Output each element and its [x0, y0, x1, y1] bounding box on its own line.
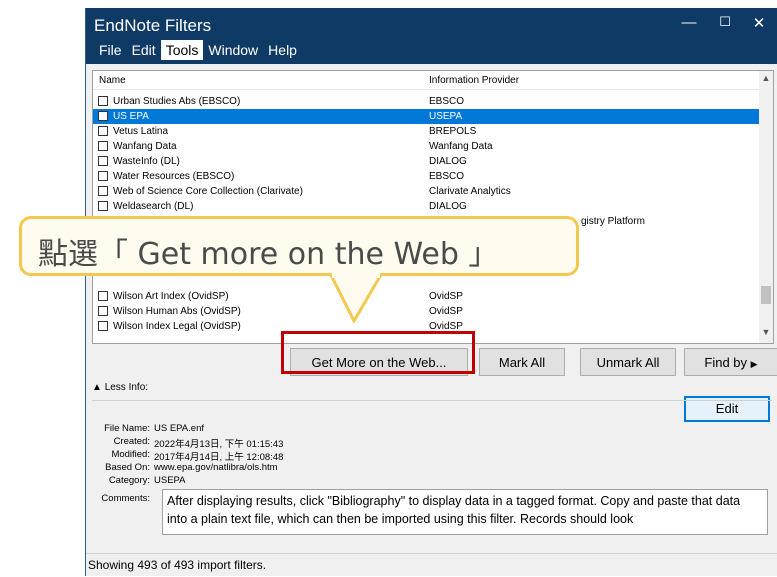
mark-all-button[interactable]: Mark All: [479, 348, 565, 376]
minimize-button[interactable]: —: [674, 14, 704, 31]
list-item[interactable]: Water Resources (EBSCO) EBSCO: [93, 169, 759, 184]
checkbox[interactable]: [98, 171, 108, 181]
menu-tools[interactable]: Tools: [160, 40, 204, 60]
less-info-toggle[interactable]: ▲ Less Info:: [92, 382, 148, 393]
list-item[interactable]: Wilson Human Abs (OvidSP) OvidSP: [93, 304, 759, 319]
filter-name: Weldasearch (DL): [113, 201, 194, 212]
checkbox[interactable]: [98, 201, 108, 211]
vertical-scrollbar[interactable]: ▲ ▼: [759, 71, 773, 343]
checkbox[interactable]: [98, 126, 108, 136]
callout-pointer: [328, 273, 384, 323]
filter-name: Wilson Art Index (OvidSP): [113, 291, 229, 302]
checkbox[interactable]: [98, 141, 108, 151]
menu-edit[interactable]: Edit: [127, 40, 161, 60]
filter-provider: USEPA: [429, 111, 463, 122]
title-bar: EndNote Filters — ☐ ✕ File Edit Tools Wi…: [86, 8, 777, 64]
filter-provider: DIALOG: [429, 156, 467, 167]
unmark-all-button[interactable]: Unmark All: [580, 348, 676, 376]
filter-name: Water Resources (EBSCO): [113, 171, 235, 182]
checkbox[interactable]: [98, 306, 108, 316]
triangle-up-icon: ▲: [92, 382, 102, 393]
callout-text: 點選「 Get more on the Web 」: [38, 237, 499, 272]
menu-help[interactable]: Help: [263, 40, 302, 60]
checkbox[interactable]: [98, 291, 108, 301]
maximize-button[interactable]: ☐: [710, 14, 740, 30]
list-item[interactable]: Web of Science Core Collection (Clarivat…: [93, 184, 759, 199]
status-bar: Showing 493 of 493 import filters.: [86, 553, 777, 577]
list-item[interactable]: Weldasearch (DL) DIALOG: [93, 199, 759, 214]
menu-window[interactable]: Window: [203, 40, 263, 60]
scroll-thumb[interactable]: [761, 286, 771, 304]
highlight-box: [281, 331, 475, 374]
checkbox[interactable]: [98, 186, 108, 196]
find-by-button[interactable]: Find by ▶: [684, 348, 777, 376]
filter-provider: Wanfang Data: [429, 141, 493, 152]
scroll-down-icon[interactable]: ▼: [759, 327, 773, 337]
find-by-label: Find by: [704, 355, 748, 370]
filter-provider: EBSCO: [429, 96, 465, 107]
less-info-label: Less Info:: [104, 382, 149, 393]
checkbox[interactable]: [98, 111, 108, 121]
window-title: EndNote Filters: [94, 16, 212, 35]
checkbox[interactable]: [98, 156, 108, 166]
filter-provider: DIALOG: [429, 201, 467, 212]
filter-provider: OvidSP: [429, 291, 463, 302]
list-item[interactable]: Vetus Latina BREPOLS: [93, 124, 759, 139]
list-item[interactable]: Wilson Art Index (OvidSP) OvidSP: [93, 289, 759, 304]
filter-name: Vetus Latina: [113, 126, 169, 137]
list-item[interactable]: Wanfang Data Wanfang Data: [93, 139, 759, 154]
filter-name: Urban Studies Abs (EBSCO): [113, 96, 241, 107]
filter-provider: EBSCO: [429, 171, 465, 182]
checkbox[interactable]: [98, 321, 108, 331]
filter-provider: gistry Platform: [581, 216, 645, 227]
column-header-name[interactable]: Name: [99, 75, 126, 86]
list-header: Name Information Provider: [93, 71, 759, 90]
endnote-filters-window: EndNote Filters — ☐ ✕ File Edit Tools Wi…: [85, 8, 777, 576]
filter-provider: BREPOLS: [429, 126, 477, 137]
filter-name: Web of Science Core Collection (Clarivat…: [113, 186, 303, 197]
filter-details-panel: File Name: US EPA.enf Created: 2022年4月13…: [92, 400, 772, 551]
filter-name: WasteInfo (DL): [113, 156, 180, 167]
list-item[interactable]: WasteInfo (DL) DIALOG: [93, 154, 759, 169]
list-item[interactable]: Urban Studies Abs (EBSCO) EBSCO: [93, 94, 759, 109]
column-header-provider[interactable]: Information Provider: [429, 75, 519, 86]
filter-name: Wilson Index Legal (OvidSP): [113, 321, 241, 332]
menu-bar: File Edit Tools Window Help: [94, 40, 302, 60]
filter-provider: Clarivate Analytics: [429, 186, 511, 197]
list-item-selected[interactable]: US EPA USEPA: [93, 109, 759, 124]
scroll-up-icon[interactable]: ▲: [759, 73, 773, 83]
filter-provider: OvidSP: [429, 306, 463, 317]
triangle-right-icon: ▶: [750, 359, 758, 369]
instruction-callout: 點選「 Get more on the Web 」: [19, 216, 579, 323]
filter-name: Wilson Human Abs (OvidSP): [113, 306, 241, 317]
checkbox[interactable]: [98, 96, 108, 106]
filter-name: US EPA: [113, 111, 149, 122]
filter-list[interactable]: Name Information Provider Urban Studies …: [92, 70, 774, 344]
menu-file[interactable]: File: [94, 40, 127, 60]
close-button[interactable]: ✕: [744, 14, 774, 32]
comments-field[interactable]: After displaying results, click "Bibliog…: [162, 489, 768, 535]
filter-name: Wanfang Data: [113, 141, 177, 152]
